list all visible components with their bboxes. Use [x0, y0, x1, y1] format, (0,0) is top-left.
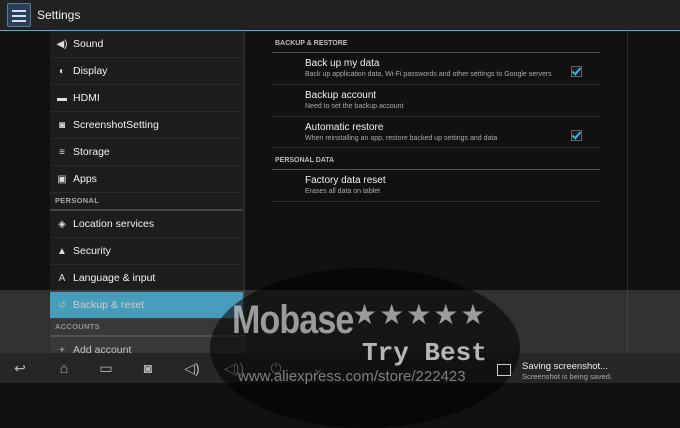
screenshot-notification[interactable]: Saving screenshot... Screenshot is being…	[492, 358, 680, 383]
location-icon: ◈	[58, 218, 66, 230]
preference-summary: Erases all data on tablet	[305, 188, 381, 196]
preference-title: Factory data reset	[305, 175, 386, 187]
sidebar-item-storage[interactable]: ≡ Storage	[50, 139, 243, 166]
sidebar-item-backup-reset[interactable]: ↺ Backup & reset	[50, 292, 243, 319]
image-icon	[497, 364, 511, 376]
notification-title: Saving screenshot...	[522, 361, 609, 372]
volume-down-icon[interactable]: ◁)	[182, 359, 202, 377]
sidebar-item-label: Language & input	[73, 272, 156, 284]
sidebar-item-label: ScreenshotSetting	[73, 119, 159, 131]
sidebar-item-label: Display	[73, 65, 108, 77]
checkbox[interactable]	[571, 66, 582, 77]
sidebar-item-label: Sound	[73, 38, 104, 50]
watermark-tagline: Try Best	[362, 338, 487, 368]
back-icon[interactable]: ↩	[10, 359, 30, 377]
page-title: Settings	[37, 8, 81, 22]
section-header-backup-restore: BACKUP & RESTORE	[272, 35, 600, 53]
storage-icon: ≡	[59, 146, 65, 158]
watermark-brand: Mobase	[232, 298, 354, 342]
sidebar-item-security[interactable]: ▲ Security	[50, 238, 243, 265]
preference-factory-data-reset[interactable]: Factory data reset Erases all data on tab…	[272, 170, 600, 202]
section-header-personal-data: PERSONAL DATA	[272, 152, 600, 171]
sidebar-item-label: Apps	[73, 173, 97, 185]
action-bar: Settings	[0, 0, 680, 31]
sidebar-item-display[interactable]: ◐ Display	[50, 58, 243, 85]
sidebar-item-sound[interactable]: ◀) Sound	[50, 31, 243, 58]
sidebar-item-language-input[interactable]: A Language & input	[50, 265, 243, 292]
lock-icon: ▲	[57, 245, 67, 257]
camera-icon: ◙	[58, 119, 66, 131]
backup-icon: ↺	[57, 299, 67, 311]
screenshot-icon[interactable]: ◙	[138, 359, 158, 377]
hdmi-icon: ▬	[57, 92, 67, 104]
preference-title: Automatic restore	[305, 121, 384, 133]
checkbox[interactable]	[571, 129, 582, 141]
home-icon[interactable]: ⌂	[54, 359, 74, 377]
sidebar-item-label: Backup & reset	[73, 299, 145, 311]
watermark-stars: ★★★★★	[352, 299, 488, 330]
language-icon: A	[58, 272, 66, 284]
section-header-personal: PERSONAL	[50, 193, 243, 211]
preference-summary: Need to set the backup account	[305, 102, 404, 110]
sidebar-item-label: Security	[73, 245, 111, 257]
watermark-url: www.aliexpress.com/store/222423	[238, 368, 466, 385]
notification-text: Screenshot is being saved.	[522, 372, 613, 381]
brightness-icon: ◐	[58, 65, 66, 77]
apps-icon: ▣	[57, 173, 67, 185]
preference-backup-account[interactable]: Backup account Need to set the backup acc…	[272, 85, 600, 117]
preference-summary: When reinstalling an app, restore backed…	[305, 134, 498, 142]
preference-automatic-restore[interactable]: Automatic restore When reinstalling an ap…	[272, 117, 600, 149]
sidebar-item-location-services[interactable]: ◈ Location services	[50, 211, 243, 238]
preference-back-up-my-data[interactable]: Back up my data Back up application data,…	[272, 53, 600, 85]
sidebar-item-hdmi[interactable]: ▬ HDMI	[50, 85, 243, 112]
recents-icon[interactable]: ▭	[96, 359, 116, 377]
sidebar-item-label: HDMI	[73, 92, 100, 104]
sidebar-item-label: Location services	[73, 218, 155, 230]
speaker-icon: ◀)	[56, 38, 68, 50]
preference-title: Back up my data	[305, 58, 380, 69]
settings-app-icon[interactable]	[7, 3, 31, 27]
sidebar-item-apps[interactable]: ▣ Apps	[50, 166, 243, 193]
preference-title: Backup account	[305, 89, 377, 101]
preference-summary: Back up application data, Wi-Fi password…	[305, 71, 552, 78]
settings-sidebar: ◀) Sound ◐ Display ▬ HDMI ◙ ScreenshotSetting ≡ S…	[50, 31, 243, 364]
sidebar-item-label: Storage	[73, 146, 110, 158]
sidebar-item-screenshotsetting[interactable]: ◙ ScreenshotSetting	[50, 112, 243, 139]
panel-border	[627, 31, 628, 353]
